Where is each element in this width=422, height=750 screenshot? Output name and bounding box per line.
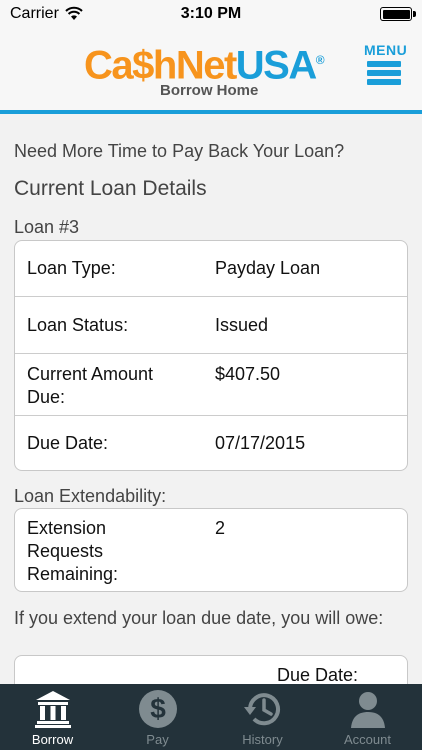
extension-value: 2 <box>215 518 226 538</box>
detail-row-loan-type: Loan Type: Payday Loan <box>15 241 407 297</box>
detail-row-due-date: Due Date: 07/17/2015 <box>15 416 407 470</box>
detail-label: Current Amount Due: <box>27 364 154 407</box>
owe-due-date-label: Due Date: <box>277 665 359 684</box>
status-bar: Carrier 3:10 PM <box>0 0 422 28</box>
hamburger-icon <box>367 61 401 85</box>
logo-dollar: $ <box>132 43 154 88</box>
svg-text:$: $ <box>150 693 166 724</box>
logo-part-hnet: hNet <box>152 43 237 88</box>
tab-label: Borrow <box>31 732 74 747</box>
page-question: Need More Time to Pay Back Your Loan? <box>14 141 345 161</box>
logo-registered-mark: ® <box>315 53 325 67</box>
tab-label: History <box>242 732 283 747</box>
tab-bar: Borrow $ Pay History Account <box>0 684 422 750</box>
tab-label: Pay <box>146 732 169 747</box>
detail-row-amount-due: Current Amount Due: $407.50 <box>15 354 407 416</box>
tab-borrow[interactable]: Borrow <box>0 684 105 750</box>
tab-label: Account <box>344 732 391 747</box>
app-header: Ca$hNetUSA® Borrow Home MENU <box>0 28 422 114</box>
extension-card: Extension Requests Remaining: 2 <box>14 508 408 592</box>
tab-account[interactable]: Account <box>315 684 420 750</box>
cashnetusa-logo[interactable]: Ca$hNetUSA® <box>84 38 325 87</box>
tab-pay[interactable]: $ Pay <box>105 684 210 750</box>
extend-note: If you extend your loan due date, you wi… <box>14 608 384 628</box>
status-time: 3:10 PM <box>180 5 242 22</box>
detail-value: Issued <box>215 315 269 335</box>
extension-label: Extension Requests Remaining: <box>27 518 119 584</box>
extendability-label: Loan Extendability: <box>14 486 167 506</box>
bank-icon <box>35 691 71 728</box>
menu-label: MENU <box>364 42 408 58</box>
detail-value: Payday Loan <box>215 258 321 278</box>
person-icon <box>351 692 385 728</box>
page-subtitle: Borrow Home <box>160 82 259 99</box>
detail-value: $407.50 <box>215 364 281 384</box>
section-title: Current Loan Details <box>14 177 207 200</box>
logo-part-ca: Ca <box>84 43 134 88</box>
detail-value: 07/17/2015 <box>215 433 306 453</box>
menu-button[interactable]: MENU <box>364 42 408 92</box>
tab-history[interactable]: History <box>210 684 315 750</box>
main-content[interactable]: Need More Time to Pay Back Your Loan? Cu… <box>0 118 422 684</box>
detail-label: Loan Type: <box>27 258 116 278</box>
detail-label: Loan Status: <box>27 315 129 335</box>
loan-number: Loan #3 <box>14 217 80 237</box>
logo-part-usa: USA <box>235 43 317 88</box>
battery-icon <box>380 7 416 21</box>
loan-details-card: Loan Type: Payday Loan Loan Status: Issu… <box>14 240 408 471</box>
dollar-icon: $ <box>139 690 177 728</box>
detail-label: Due Date: <box>27 433 109 453</box>
history-icon <box>244 693 280 726</box>
owe-card: Due Date: <box>14 655 408 684</box>
detail-row-loan-status: Loan Status: Issued <box>15 297 407 354</box>
